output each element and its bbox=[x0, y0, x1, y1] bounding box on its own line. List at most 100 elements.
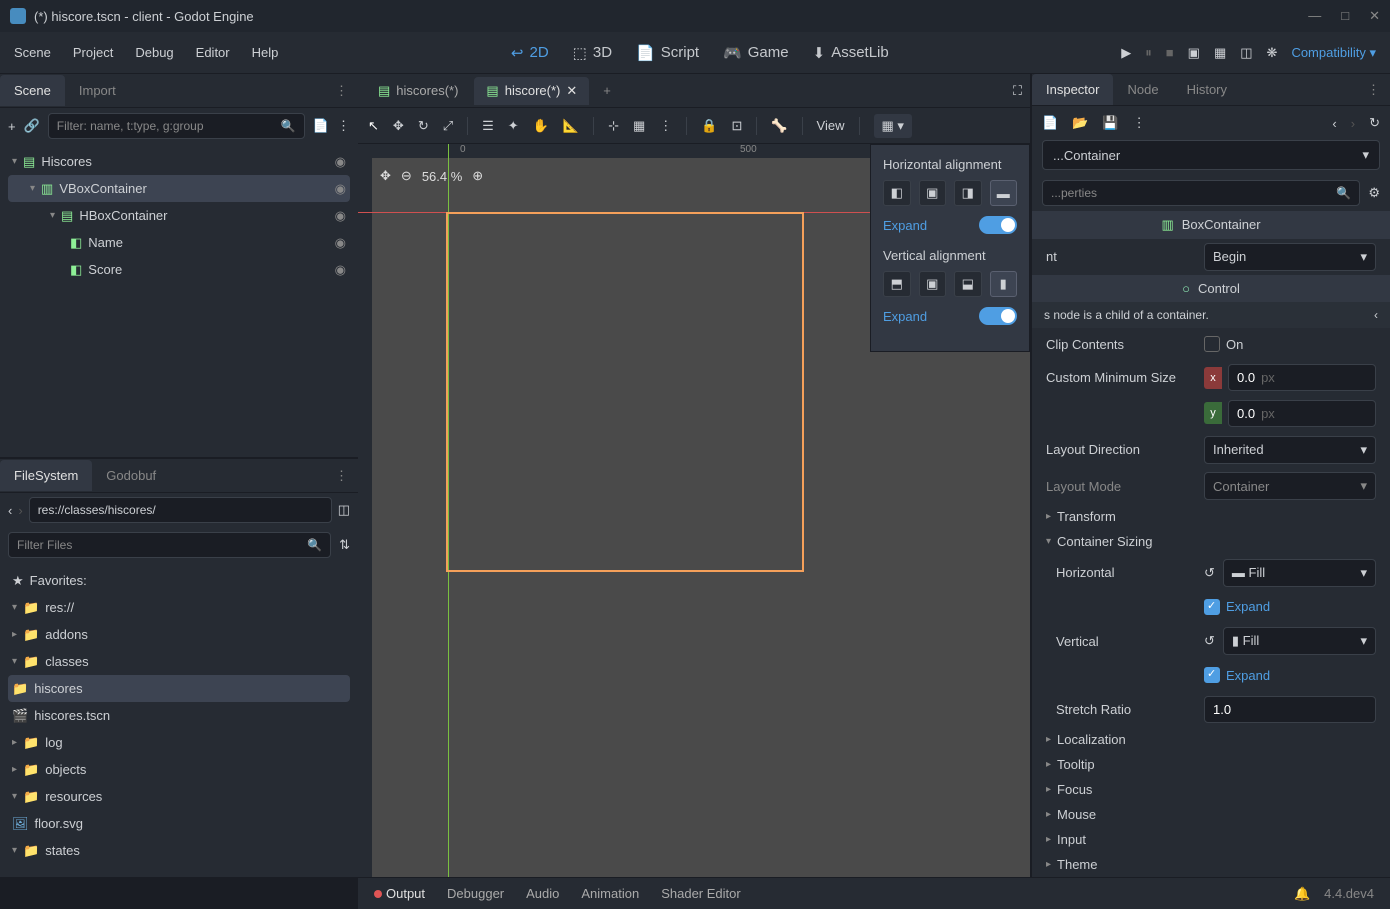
fs-hiscores[interactable]: 📁hiscores bbox=[8, 675, 350, 702]
workspace-game[interactable]: 🎮 Game bbox=[723, 44, 789, 62]
lock-icon[interactable]: 🔒 bbox=[701, 118, 717, 134]
pan-tool-icon[interactable]: ✋ bbox=[533, 118, 549, 134]
nav-back-icon[interactable]: ‹ bbox=[8, 503, 12, 518]
stop-icon[interactable]: ■ bbox=[1166, 45, 1174, 60]
h-align-left-icon[interactable]: ◧ bbox=[883, 180, 911, 206]
history-fwd-icon[interactable]: › bbox=[1351, 116, 1355, 131]
sizing-h-dropdown[interactable]: ▬ Fill▾ bbox=[1223, 559, 1376, 587]
view-menu[interactable]: View bbox=[817, 118, 845, 133]
panel-menu-icon[interactable]: ⋮ bbox=[1357, 82, 1390, 98]
zoom-out-icon[interactable]: ⊖ bbox=[401, 168, 412, 184]
sort-icon[interactable]: ⇅ bbox=[339, 537, 350, 553]
history-back-icon[interactable]: ‹ bbox=[1332, 116, 1336, 131]
menu-editor[interactable]: Editor bbox=[196, 45, 230, 60]
layout-dir-dropdown[interactable]: Inherited▾ bbox=[1204, 436, 1376, 464]
new-tab-icon[interactable]: + bbox=[593, 83, 621, 98]
v-align-center-icon[interactable]: ▣ bbox=[919, 271, 947, 297]
fs-states[interactable]: ▾📁states bbox=[8, 837, 350, 864]
section-control[interactable]: ○Control bbox=[1032, 275, 1390, 302]
bottom-audio[interactable]: Audio bbox=[526, 886, 559, 901]
visibility-icon[interactable]: ◉ bbox=[335, 262, 346, 278]
bottom-shader[interactable]: Shader Editor bbox=[661, 886, 741, 901]
workspace-assetlib[interactable]: ⬇ AssetLib bbox=[813, 44, 889, 62]
alignment-dropdown[interactable]: Begin▾ bbox=[1204, 243, 1376, 271]
v-expand-toggle[interactable] bbox=[979, 307, 1017, 325]
v-expand-checkbox[interactable] bbox=[1204, 667, 1220, 683]
scene-filter-input[interactable]: Filter: name, t:type, g:group🔍 bbox=[48, 113, 305, 139]
group-theme[interactable]: ▸Theme bbox=[1032, 852, 1390, 877]
tree-node-vbox[interactable]: ▾▥VBoxContainer ◉ bbox=[8, 175, 350, 202]
min-size-x-input[interactable]: 0.0px bbox=[1228, 364, 1376, 391]
min-size-y-input[interactable]: 0.0px bbox=[1228, 400, 1376, 427]
tab-scene[interactable]: Scene bbox=[0, 75, 65, 106]
workspace-script[interactable]: 📄 Script bbox=[636, 44, 699, 62]
nav-fwd-icon[interactable]: › bbox=[18, 503, 22, 518]
stretch-input[interactable]: 1.0 bbox=[1204, 696, 1376, 723]
file-tab-hiscore[interactable]: ▤hiscore(*)✕ bbox=[474, 77, 589, 105]
layout-mode-dropdown[interactable]: Container▾ bbox=[1204, 472, 1376, 500]
fs-log[interactable]: ▸📁log bbox=[8, 729, 350, 756]
visibility-icon[interactable]: ◉ bbox=[335, 154, 346, 170]
move-tool-icon[interactable]: ✥ bbox=[393, 118, 404, 134]
h-align-right-icon[interactable]: ◨ bbox=[954, 180, 982, 206]
scale-tool-icon[interactable]: ⤢ bbox=[443, 118, 453, 134]
insp-more-icon[interactable]: ⋮ bbox=[1133, 115, 1146, 131]
reset-icon[interactable]: ↺ bbox=[1204, 633, 1215, 649]
zoom-in-icon[interactable]: ⊕ bbox=[472, 168, 483, 184]
fs-hiscores-tscn[interactable]: 🎬hiscores.tscn bbox=[8, 702, 350, 729]
fs-filter-input[interactable]: Filter Files🔍 bbox=[8, 532, 331, 558]
v-align-top-icon[interactable]: ⬒ bbox=[883, 271, 911, 297]
list-icon[interactable]: ☰ bbox=[482, 118, 494, 134]
sizing-v-dropdown[interactable]: ▮ Fill▾ bbox=[1223, 627, 1376, 655]
fs-res[interactable]: ▾📁res:// bbox=[8, 594, 350, 621]
property-filter-input[interactable]: ...perties🔍 bbox=[1042, 180, 1360, 206]
movie-icon[interactable]: ▦ bbox=[1214, 45, 1226, 61]
fs-addons[interactable]: ▸📁addons bbox=[8, 621, 350, 648]
tab-filesystem[interactable]: FileSystem bbox=[0, 460, 92, 491]
minimize-button[interactable]: — bbox=[1308, 8, 1321, 24]
camera-icon[interactable]: ◫ bbox=[1240, 45, 1252, 61]
pause-icon[interactable]: ⏸ bbox=[1145, 45, 1152, 61]
v-align-fill-icon[interactable]: ▮ bbox=[990, 271, 1018, 297]
renderer-dropdown[interactable]: Compatibility ▾ bbox=[1291, 45, 1376, 61]
lock-select-icon[interactable]: ✦ bbox=[508, 118, 519, 134]
h-align-center-icon[interactable]: ▣ bbox=[919, 180, 947, 206]
fs-favorites[interactable]: ★Favorites: bbox=[8, 567, 350, 594]
group-input[interactable]: ▸Input bbox=[1032, 827, 1390, 852]
split-icon[interactable]: ◫ bbox=[338, 502, 350, 518]
save-resource-icon[interactable]: 💾 bbox=[1102, 115, 1118, 131]
filter-settings-icon[interactable]: ⚙ bbox=[1368, 185, 1380, 201]
play-icon[interactable]: ▶ bbox=[1121, 45, 1131, 61]
tree-node-hiscores[interactable]: ▾▤Hiscores ◉ bbox=[8, 148, 350, 175]
panel-menu-icon[interactable]: ⋮ bbox=[325, 83, 358, 99]
snap-icon[interactable]: ⊹ bbox=[608, 118, 619, 134]
zoom-level[interactable]: 56.4 % bbox=[422, 169, 462, 184]
close-tab-icon[interactable]: ✕ bbox=[566, 83, 577, 99]
selection-rect[interactable] bbox=[446, 212, 804, 572]
menu-debug[interactable]: Debug bbox=[135, 45, 173, 60]
group-focus[interactable]: ▸Focus bbox=[1032, 777, 1390, 802]
visibility-icon[interactable]: ◉ bbox=[335, 235, 346, 251]
fs-classes[interactable]: ▾📁classes bbox=[8, 648, 350, 675]
path-input[interactable]: res://classes/hiscores/ bbox=[29, 497, 332, 523]
select-tool-icon[interactable]: ↖ bbox=[368, 118, 379, 134]
grid-icon[interactable]: ▦ bbox=[633, 118, 645, 134]
group-container-sizing[interactable]: ▾Container Sizing bbox=[1032, 529, 1390, 554]
tab-import[interactable]: Import bbox=[65, 75, 130, 106]
rotate-tool-icon[interactable]: ↻ bbox=[418, 118, 429, 134]
open-resource-icon[interactable]: 📂 bbox=[1072, 115, 1088, 131]
anchor-preset-icon[interactable]: ▦ ▾ bbox=[874, 114, 912, 138]
visibility-icon[interactable]: ◉ bbox=[335, 181, 346, 197]
tree-node-hbox[interactable]: ▾▤HBoxContainer ◉ bbox=[8, 202, 350, 229]
attach-script-icon[interactable]: 📄 bbox=[313, 118, 329, 134]
tab-node[interactable]: Node bbox=[1113, 74, 1172, 105]
tree-node-score[interactable]: ◧Score ◉ bbox=[8, 256, 350, 283]
group-transform[interactable]: ▸Transform bbox=[1032, 504, 1390, 529]
close-button[interactable]: ✕ bbox=[1369, 8, 1380, 24]
group-icon[interactable]: ⊡ bbox=[731, 118, 742, 134]
tree-node-name[interactable]: ◧Name ◉ bbox=[8, 229, 350, 256]
file-tab-hiscores[interactable]: ▤hiscores(*) bbox=[366, 77, 470, 105]
add-node-icon[interactable]: + bbox=[8, 119, 16, 134]
menu-help[interactable]: Help bbox=[252, 45, 279, 60]
link-icon[interactable]: 🔗 bbox=[24, 118, 40, 134]
